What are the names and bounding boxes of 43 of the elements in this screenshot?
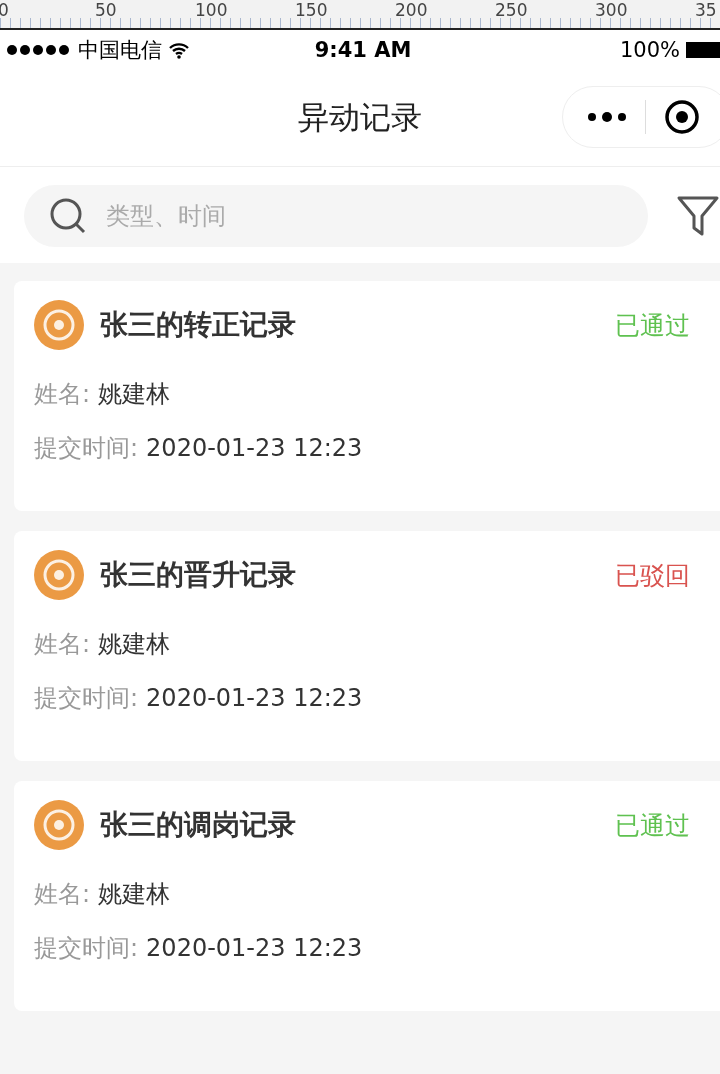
- ruler-label: 200: [395, 0, 429, 22]
- record-status: 已通过: [615, 309, 690, 342]
- battery-icon: [686, 42, 720, 58]
- ruler-label: 150: [295, 0, 329, 22]
- record-title: 张三的转正记录: [100, 307, 297, 343]
- ruler-label: 35: [695, 0, 718, 22]
- more-icon[interactable]: [587, 112, 627, 122]
- battery-percent: 100%: [619, 38, 680, 62]
- field-value: 姚建林: [98, 879, 171, 910]
- record-card[interactable]: 张三的转正记录 已通过 姓名: 姚建林 提交时间: 2020-01-23 12:23: [14, 281, 720, 511]
- ruler-label: 300: [595, 0, 629, 22]
- filter-icon[interactable]: [676, 194, 720, 238]
- record-title: 张三的调岗记录: [100, 807, 297, 843]
- record-card[interactable]: 张三的晋升记录 已驳回 姓名: 姚建林 提交时间: 2020-01-23 12:23: [14, 531, 720, 761]
- field-label: 姓名:: [34, 379, 91, 410]
- field-value: 2020-01-23 12:23: [146, 684, 363, 712]
- field-value: 姚建林: [98, 379, 171, 410]
- ruler-label: 250: [495, 0, 529, 22]
- record-status: 已驳回: [615, 559, 690, 592]
- search-icon: [48, 196, 88, 236]
- field-label: 提交时间:: [34, 683, 139, 714]
- field-label: 姓名:: [34, 879, 91, 910]
- clock: 9:41 AM: [314, 38, 412, 62]
- search-field[interactable]: 类型、时间: [24, 185, 648, 247]
- wifi-icon: [168, 41, 190, 59]
- target-icon: [34, 300, 84, 350]
- field-value: 2020-01-23 12:23: [146, 434, 363, 462]
- ruler-label: 100: [195, 0, 229, 22]
- field-label: 姓名:: [34, 629, 91, 660]
- record-title: 张三的晋升记录: [100, 557, 297, 593]
- record-card[interactable]: 张三的调岗记录 已通过 姓名: 姚建林 提交时间: 2020-01-23 12:23: [14, 781, 720, 1011]
- record-status: 已通过: [615, 809, 690, 842]
- signal-icon: [6, 44, 72, 56]
- target-icon: [34, 800, 84, 850]
- field-value: 姚建林: [98, 629, 171, 660]
- field-label: 提交时间:: [34, 933, 139, 964]
- close-icon[interactable]: [664, 99, 700, 135]
- field-label: 提交时间:: [34, 433, 139, 464]
- ruler-label: 50: [95, 0, 118, 22]
- page-title: 异动记录: [298, 98, 422, 137]
- target-icon: [34, 550, 84, 600]
- carrier: 中国电信: [78, 37, 162, 64]
- field-value: 2020-01-23 12:23: [146, 934, 363, 962]
